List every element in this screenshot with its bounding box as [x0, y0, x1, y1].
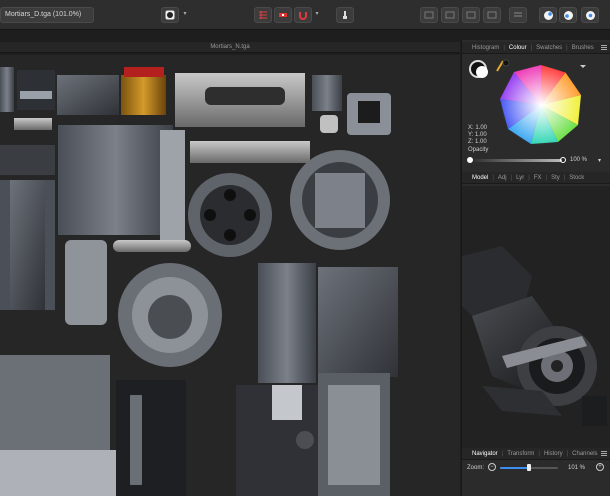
- flag-button[interactable]: [274, 7, 292, 23]
- fill-swatch-icon[interactable]: [476, 66, 488, 78]
- panel-icon: [514, 12, 522, 17]
- tab-histogram[interactable]: Histogram: [472, 45, 499, 51]
- studio-button-3[interactable]: [581, 7, 599, 23]
- tab-separator: |: [566, 450, 569, 457]
- grid-button[interactable]: [254, 7, 272, 23]
- zoom-in-icon[interactable]: +: [596, 463, 604, 471]
- palette-icon: [543, 10, 553, 20]
- tab-separator: |: [530, 44, 533, 51]
- opacity-slider[interactable]: [474, 159, 562, 162]
- arrange-button-2[interactable]: [441, 7, 459, 23]
- panel-menu-icon[interactable]: [601, 451, 607, 456]
- tab-brushes[interactable]: Brushes: [572, 45, 594, 51]
- eyedropper-icon[interactable]: [496, 60, 504, 72]
- tab-separator: |: [503, 44, 505, 51]
- tab-swatches[interactable]: Swatches: [536, 45, 562, 51]
- tab-transform[interactable]: Transform: [507, 451, 534, 457]
- tab-model[interactable]: Model: [472, 175, 488, 181]
- tab-effects[interactable]: FX: [534, 175, 542, 181]
- tab-separator: |: [492, 174, 494, 181]
- grid-icon: [259, 11, 267, 19]
- tab-separator: |: [545, 174, 548, 181]
- model-tab-bar: Model | Adj | Lyr | FX | Sty | Stock: [462, 172, 610, 184]
- zoom-label: Zoom:: [467, 465, 485, 471]
- palette-icon: [585, 10, 595, 20]
- tab-channels[interactable]: Channels: [572, 451, 597, 457]
- arrange-button-1[interactable]: [420, 7, 438, 23]
- circle-selector-icon: [165, 10, 175, 20]
- zoom-slider-handle[interactable]: [527, 464, 531, 471]
- chevron-down-icon[interactable]: ▾: [313, 10, 321, 18]
- document-canvas[interactable]: [0, 55, 460, 496]
- app-window: Mortiars_D.tga (101.0%) ▾ ▾ Mortiars_N.t…: [0, 0, 610, 496]
- tab-colour[interactable]: Colour: [509, 45, 527, 51]
- current-colour-icon: [502, 59, 510, 67]
- document-title: Mortiars_N.tga: [0, 42, 460, 53]
- opacity-label: Opacity: [468, 147, 489, 153]
- tab-stock[interactable]: Stock: [569, 175, 584, 181]
- navigator-tab-bar: Navigator | Transform | History | Channe…: [462, 448, 610, 460]
- magnet-icon: [299, 12, 307, 20]
- tab-history[interactable]: History: [544, 451, 563, 457]
- tab-separator: |: [538, 450, 540, 457]
- zoom-slider-fill: [500, 467, 529, 469]
- tab-navigator[interactable]: Navigator: [472, 451, 498, 457]
- x-value: X: 1.00: [468, 125, 488, 131]
- 3d-model-preview: [462, 246, 607, 426]
- flag-icon: [279, 13, 287, 17]
- arrange-icon: [424, 11, 434, 19]
- opacity-slider-handle[interactable]: [560, 157, 566, 163]
- chevron-down-icon[interactable]: ▾: [598, 157, 601, 164]
- tab-separator: |: [510, 174, 513, 181]
- arrange-icon: [487, 11, 497, 19]
- texture-atlas-image: [0, 67, 398, 496]
- studio-button-2[interactable]: [559, 7, 577, 23]
- brush-icon: [343, 11, 347, 19]
- colour-wheel[interactable]: [500, 65, 581, 145]
- tab-separator: |: [501, 450, 504, 457]
- file-dropdown[interactable]: Mortiars_D.tga (101.0%): [0, 7, 94, 23]
- z-value: Z: 1.00: [468, 139, 487, 145]
- arrange-button-4[interactable]: [483, 7, 501, 23]
- arrange-button-3[interactable]: [462, 7, 480, 23]
- arrange-icon: [445, 11, 455, 19]
- tab-separator: |: [563, 174, 566, 181]
- chevron-down-icon[interactable]: [580, 65, 586, 68]
- toolbar: Mortiars_D.tga (101.0%) ▾ ▾: [0, 0, 610, 30]
- studio-button-1[interactable]: [539, 7, 557, 23]
- palette-icon: [563, 10, 573, 20]
- panel-button[interactable]: [509, 7, 527, 23]
- circle-selector-button[interactable]: [161, 7, 179, 23]
- tab-layers[interactable]: Lyr: [516, 175, 524, 181]
- zoom-out-icon[interactable]: −: [488, 463, 496, 471]
- studio-panel: Histogram | Colour | Swatches | Brushes: [461, 40, 610, 496]
- tab-styles[interactable]: Sty: [551, 175, 560, 181]
- zoom-row: Zoom: − 101 % +: [462, 461, 610, 477]
- chevron-down-icon[interactable]: ▾: [181, 10, 189, 18]
- opacity-min-icon: [467, 157, 473, 163]
- tab-separator: |: [566, 44, 568, 51]
- arrange-icon: [466, 11, 476, 19]
- colour-panel: X: 1.00 Y: 1.00 Z: 1.00 Opacity 100 % ▾: [462, 53, 610, 170]
- tab-separator: |: [528, 174, 530, 181]
- opacity-value[interactable]: 100 %: [570, 157, 587, 163]
- brush-button[interactable]: [336, 7, 354, 23]
- panel-menu-icon[interactable]: [601, 45, 607, 50]
- y-value: Y: 1.00: [468, 132, 487, 138]
- zoom-value[interactable]: 101 %: [568, 465, 585, 471]
- 3d-model-viewport[interactable]: [462, 186, 610, 448]
- tab-adjustments[interactable]: Adj: [498, 175, 507, 181]
- magnet-button[interactable]: [294, 7, 312, 23]
